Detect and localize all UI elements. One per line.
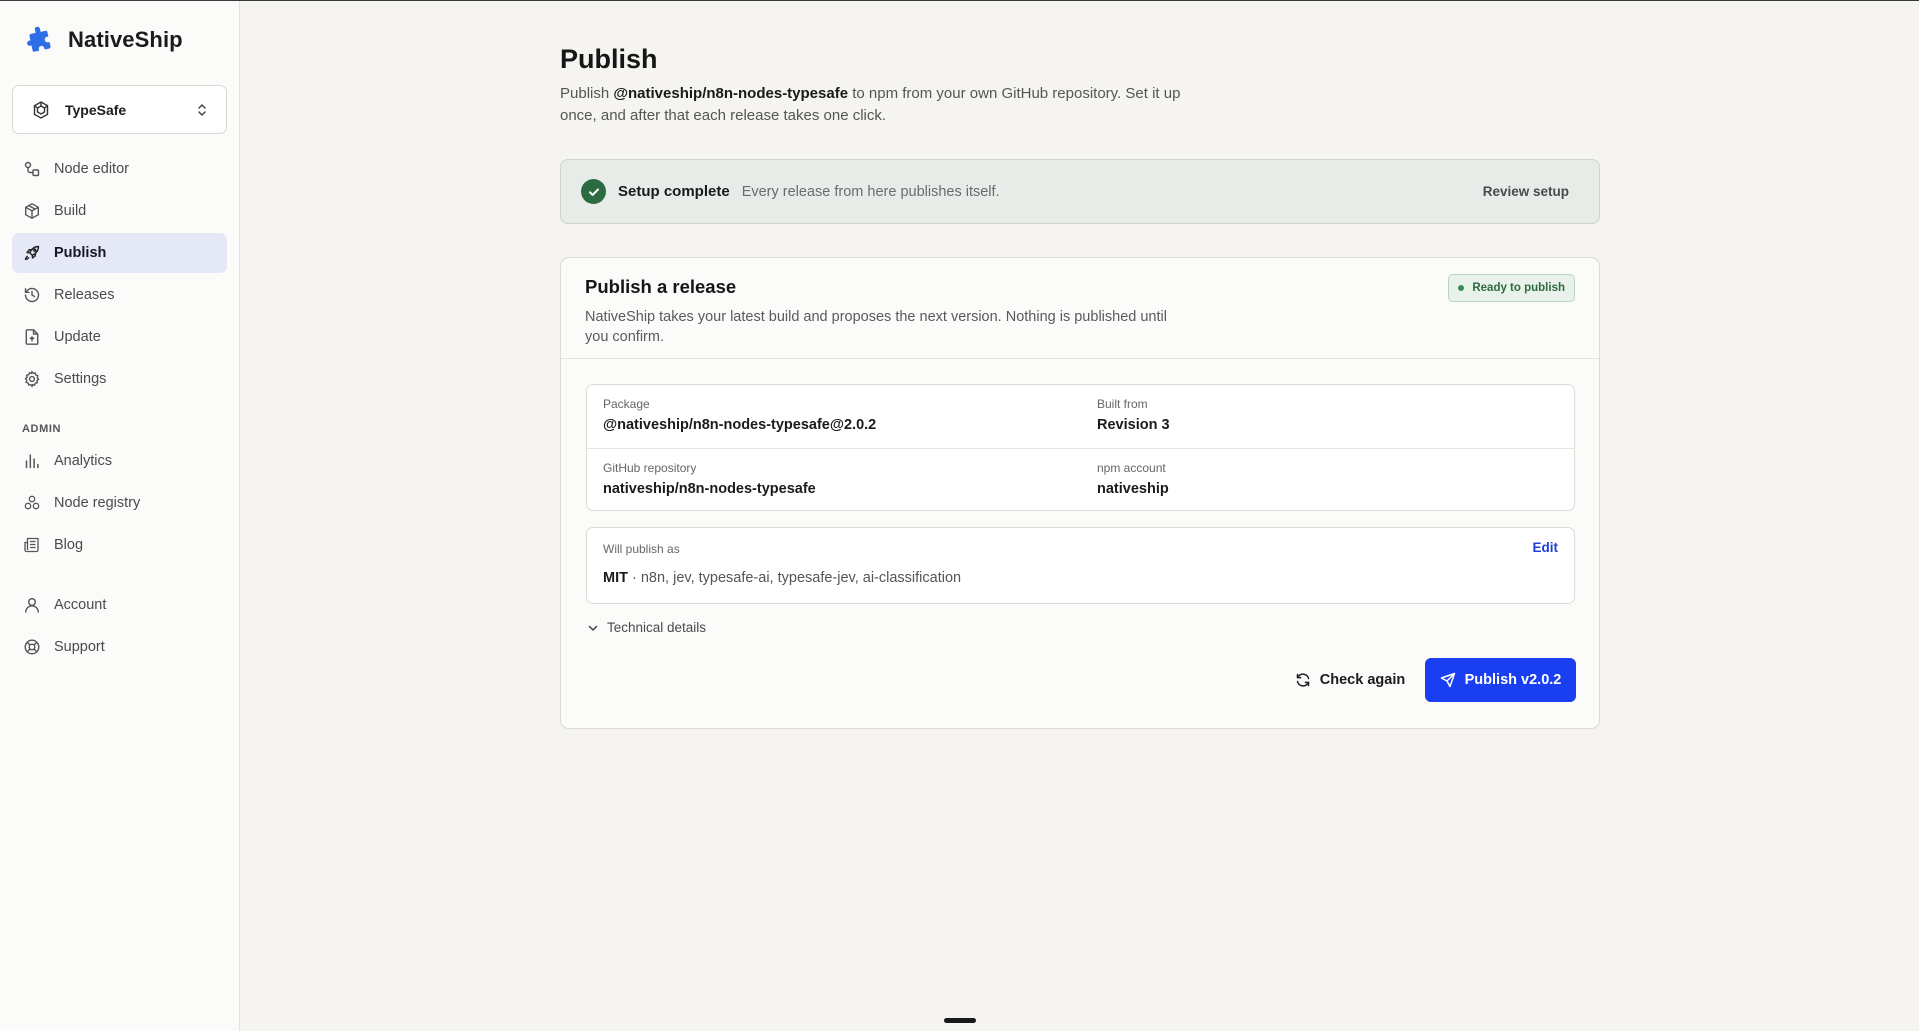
page-desc-prefix: Publish xyxy=(560,85,614,102)
sidebar-item-label: Build xyxy=(54,203,87,219)
puzzle-piece-icon xyxy=(25,25,54,54)
edit-button[interactable]: Edit xyxy=(1533,540,1559,555)
node-editor-icon xyxy=(22,159,42,179)
sidebar-item-label: Releases xyxy=(54,287,115,303)
sidebar-item-analytics[interactable]: Analytics xyxy=(12,441,227,481)
sidebar-item-label: Settings xyxy=(54,371,107,387)
status-dot-icon xyxy=(1458,285,1465,291)
admin-section-heading: ADMIN xyxy=(22,423,62,435)
publish-as-label: Will publish as xyxy=(603,542,680,556)
card-title: Publish a release xyxy=(585,276,737,297)
sidebar-item-blog[interactable]: Blog xyxy=(12,525,227,565)
check-again-button[interactable]: Check again xyxy=(1289,658,1411,702)
refresh-icon xyxy=(1295,672,1311,688)
setup-description: Every release from here publishes itself… xyxy=(741,183,1000,200)
check-again-label: Check again xyxy=(1319,672,1406,688)
sidebar-item-settings[interactable]: Settings xyxy=(12,359,227,399)
check-circle-icon xyxy=(581,179,606,204)
workspace-name: TypeSafe xyxy=(65,101,127,118)
npm-account-value: nativeship xyxy=(1097,481,1169,497)
info-row: Package @nativeship/n8n-nodes-typesafe@2… xyxy=(587,385,1574,448)
publish-button[interactable]: Publish v2.0.2 xyxy=(1425,658,1576,702)
setup-title: Setup complete xyxy=(618,183,730,200)
card-header: Publish a release NativeShip takes your … xyxy=(561,258,1599,359)
npm-account-label: npm account xyxy=(1097,461,1166,475)
rocket-icon xyxy=(22,243,42,263)
chevron-updown-icon xyxy=(196,101,210,119)
keywords: · n8n, jev, typesafe-ai, typesafe-jev, a… xyxy=(627,570,962,586)
file-upload-icon xyxy=(22,327,42,347)
package-info: Package @nativeship/n8n-nodes-typesafe@2… xyxy=(603,397,876,433)
sidebar-item-releases[interactable]: Releases xyxy=(12,275,227,315)
package-value: @nativeship/n8n-nodes-typesafe@2.0.2 xyxy=(603,417,877,433)
license: MIT xyxy=(603,570,628,586)
sidebar-item-build[interactable]: Build xyxy=(12,191,227,231)
info-row: GitHub repository nativeship/n8n-nodes-t… xyxy=(587,448,1574,511)
repo-value: nativeship/n8n-nodes-typesafe xyxy=(603,481,816,497)
setup-complete-banner: Setup complete Every release from here p… xyxy=(560,159,1600,224)
repo-info: GitHub repository nativeship/n8n-nodes-t… xyxy=(603,461,816,497)
sidebar-item-account[interactable]: Account xyxy=(12,585,227,625)
review-setup-button[interactable]: Review setup xyxy=(1475,178,1577,205)
sidebar-item-label: Update xyxy=(54,329,101,345)
brand[interactable]: NativeShip xyxy=(25,25,183,54)
status-badge: Ready to publish xyxy=(1448,274,1575,302)
newspaper-icon xyxy=(22,535,42,555)
chevron-down-icon xyxy=(587,622,599,634)
sidebar-item-support[interactable]: Support xyxy=(12,627,227,667)
built-from-label: Built from xyxy=(1097,397,1148,411)
cube-hex-icon xyxy=(31,100,51,120)
publish-as-value: MIT · n8n, jev, typesafe-ai, typesafe-je… xyxy=(603,570,961,586)
sidebar-item-label: Account xyxy=(54,597,107,613)
sidebar-item-label: Node registry xyxy=(54,495,141,511)
built-from-value: Revision 3 xyxy=(1097,417,1170,433)
publish-button-label: Publish v2.0.2 xyxy=(1464,672,1562,688)
built-from-info: Built from Revision 3 xyxy=(1097,397,1170,433)
history-icon xyxy=(22,285,42,305)
sidebar-item-label: Blog xyxy=(54,537,84,553)
page-description: Publish @nativeship/n8n-nodes-typesafe t… xyxy=(560,83,1220,127)
send-icon xyxy=(1440,672,1456,688)
technical-details-label: Technical details xyxy=(607,620,707,635)
account-nav: Account Support xyxy=(12,585,227,669)
publish-release-card: Publish a release NativeShip takes your … xyxy=(560,257,1600,729)
package-label: Package xyxy=(603,397,650,411)
page-title: Publish xyxy=(560,44,658,74)
sidebar-item-label: Node editor xyxy=(54,161,129,177)
sidebar-item-label: Publish xyxy=(54,245,107,261)
sidebar-item-node-editor[interactable]: Node editor xyxy=(12,149,227,189)
npm-account-info: npm account nativeship xyxy=(1097,461,1169,497)
sidebar: NativeShip TypeSafe Node editor Build Pu… xyxy=(0,1,240,1031)
sidebar-item-node-registry[interactable]: Node registry xyxy=(12,483,227,523)
lifebuoy-icon xyxy=(22,637,42,657)
brand-name: NativeShip xyxy=(68,26,183,52)
sidebar-item-update[interactable]: Update xyxy=(12,317,227,357)
registry-icon xyxy=(22,493,42,513)
bar-chart-icon xyxy=(22,451,42,471)
status-badge-label: Ready to publish xyxy=(1472,282,1565,294)
card-subtitle: NativeShip takes your latest build and p… xyxy=(585,309,1167,345)
box-icon xyxy=(22,201,42,221)
admin-nav: Analytics Node registry Blog xyxy=(12,441,227,567)
main-nav: Node editor Build Publish Releases Updat… xyxy=(12,149,227,401)
technical-details-toggle[interactable]: Technical details xyxy=(587,620,706,635)
sidebar-item-label: Analytics xyxy=(54,453,113,469)
sidebar-item-label: Support xyxy=(54,639,105,655)
sidebar-item-publish[interactable]: Publish xyxy=(12,233,227,273)
user-icon xyxy=(22,595,42,615)
gear-icon xyxy=(22,369,42,389)
repo-label: GitHub repository xyxy=(603,461,697,475)
publish-as-panel: Will publish as Edit MIT · n8n, jev, typ… xyxy=(586,527,1575,604)
package-name: @nativeship/n8n-nodes-typesafe xyxy=(613,85,849,102)
scroll-handle[interactable] xyxy=(944,1018,976,1023)
workspace-switcher[interactable]: TypeSafe xyxy=(12,85,227,134)
release-info-grid: Package @nativeship/n8n-nodes-typesafe@2… xyxy=(586,384,1575,511)
